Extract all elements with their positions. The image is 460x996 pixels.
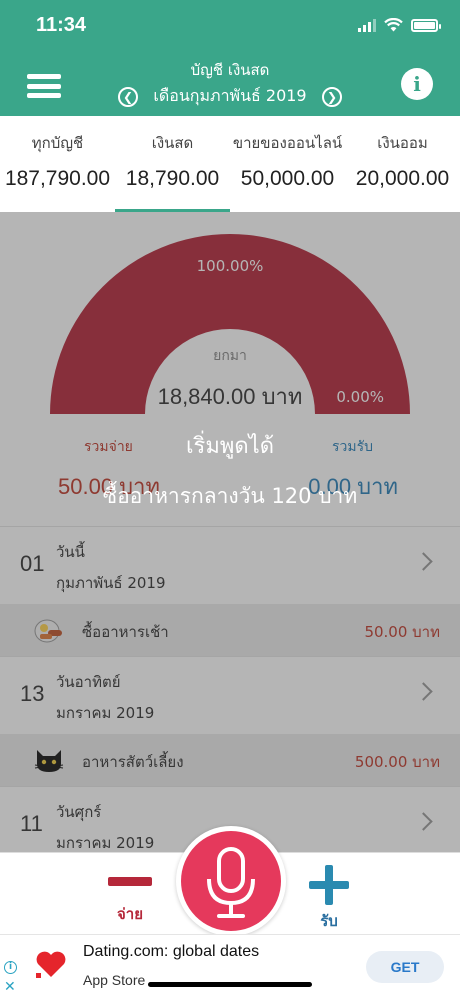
cellular-signal-icon (358, 18, 376, 32)
app-header: บัญชี เงินสด ❮ เดือนกุมภาพันธ์ 2019 ❯ i (0, 50, 460, 116)
microphone-button[interactable] (176, 826, 286, 936)
dating-app-logo-icon (36, 951, 66, 978)
tab-name: ทุกบัญชี (31, 134, 84, 152)
microphone-icon (207, 847, 255, 918)
receive-button[interactable]: รับ (306, 865, 352, 933)
plus-icon (309, 865, 349, 905)
tab-cash[interactable]: เงินสด 18,790.00 (115, 116, 230, 212)
prev-month-icon[interactable]: ❮ (118, 86, 138, 107)
battery-icon (411, 18, 441, 32)
account-title: บัญชี เงินสด (190, 61, 270, 79)
ad-get-button[interactable]: GET (366, 951, 444, 983)
info-icon[interactable]: i (401, 68, 433, 100)
ad-close-icon[interactable]: ✕ (4, 979, 16, 995)
tab-savings[interactable]: เงินออม 20,000.00 (345, 116, 460, 212)
ad-title: Dating.com: global dates (83, 943, 260, 960)
tab-all-accounts[interactable]: ทุกบัญชี 187,790.00 (0, 116, 115, 212)
receive-label: รับ (320, 912, 338, 930)
status-icons (358, 18, 441, 32)
voice-recognized-text: ซื้ออาหารกลางวัน 120 บาท (102, 484, 358, 508)
status-time: 11:34 (36, 14, 87, 36)
month-selector: ❮ เดือนกุมภาพันธ์ 2019 ❯ (118, 84, 342, 109)
month-label: เดือนกุมภาพันธ์ 2019 (153, 86, 307, 105)
tab-name: ขายของออนไลน์ (232, 134, 343, 152)
tab-amount: 50,000.00 (240, 167, 335, 190)
home-indicator[interactable] (148, 982, 312, 987)
pay-button[interactable]: จ่าย (106, 877, 154, 926)
tab-online-sales[interactable]: ขายของออนไลน์ 50,000.00 (230, 116, 345, 212)
account-tabs: ทุกบัญชี 187,790.00 เงินสด 18,790.00 ขาย… (0, 116, 460, 212)
pay-label: จ่าย (116, 905, 143, 923)
wifi-icon (384, 18, 403, 32)
mic-circle (181, 831, 281, 931)
tab-amount: 20,000.00 (355, 167, 450, 190)
tab-amount: 187,790.00 (4, 167, 111, 190)
tab-amount: 18,790.00 (125, 167, 220, 190)
ad-store-label: App Store (83, 972, 146, 988)
next-month-icon[interactable]: ❯ (321, 86, 342, 107)
ad-info-icon[interactable]: i (4, 961, 17, 974)
voice-prompt-title: เริ่มพูดได้ (186, 434, 274, 459)
voice-input-overlay[interactable] (0, 212, 460, 852)
status-bar: 11:34 (0, 0, 460, 50)
tab-name: เงินออม (377, 134, 428, 152)
tab-name: เงินสด (151, 134, 194, 152)
minus-icon (108, 877, 152, 886)
